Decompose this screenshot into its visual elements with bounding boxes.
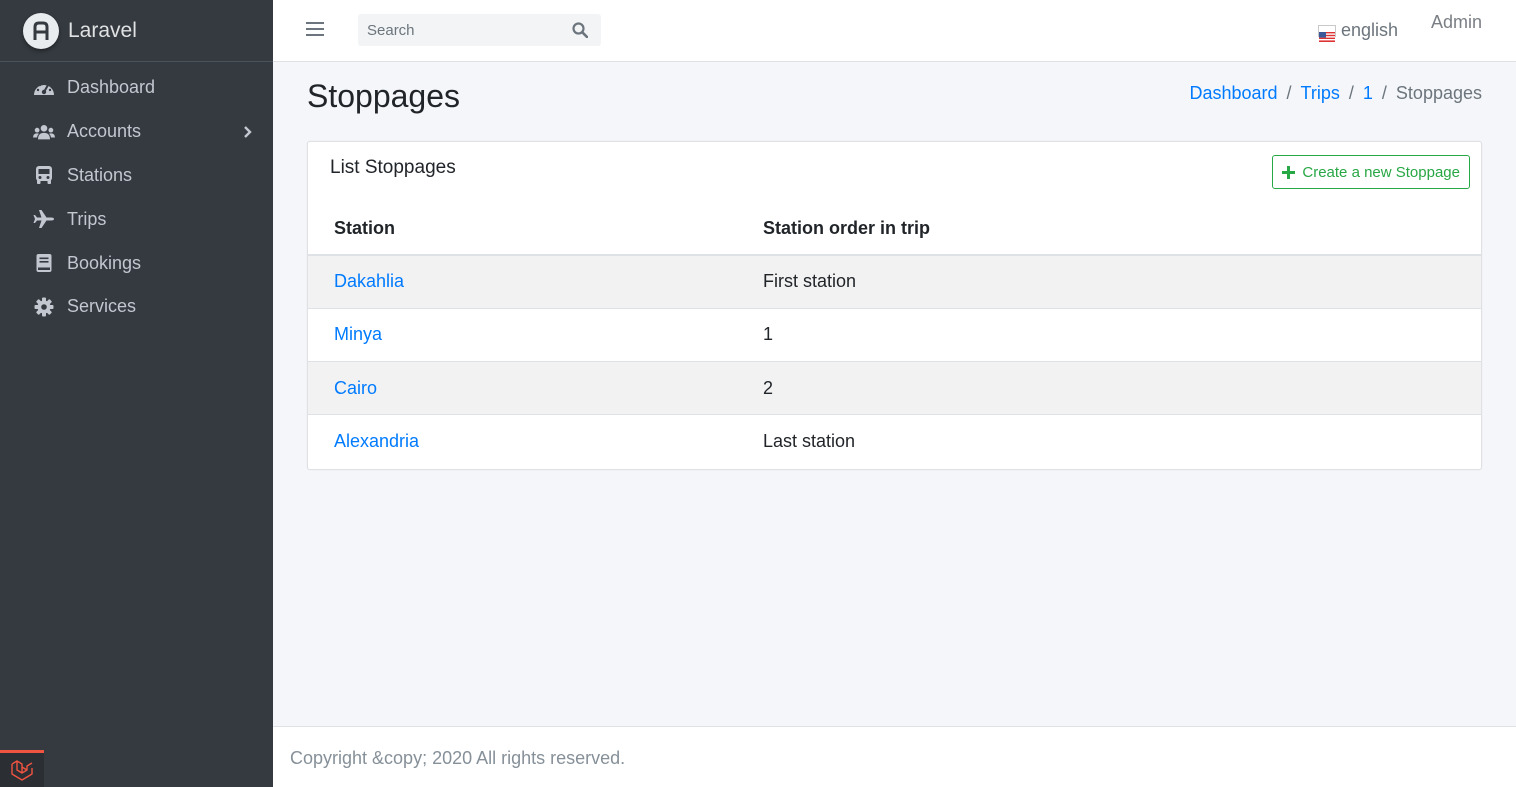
sidebar-item-label: Services [67,296,137,317]
breadcrumb-current: Stoppages [1395,83,1482,103]
sidebar-item-label: Accounts [67,121,142,142]
order-cell: 1 [737,307,1481,362]
users-icon [33,121,55,143]
laravel-logo-icon[interactable] [0,750,44,787]
breadcrumb-dashboard[interactable]: Dashboard [1189,83,1277,104]
sidebar: Laravel Dashboard Accounts Stations Trip… [0,0,273,787]
brand-name: Laravel [68,18,137,42]
order-cell: First station [737,254,1481,309]
menu-toggle-icon[interactable] [306,22,324,38]
sidebar-item-accounts[interactable]: Accounts [0,110,273,154]
order-cell: Last station [737,414,1481,469]
stoppages-card: List Stoppages Create a new Stoppage Sta… [307,141,1482,470]
station-link[interactable]: Dakahlia [334,271,404,291]
table-row: Alexandria Last station [308,414,1481,469]
station-link[interactable]: Minya [334,324,382,344]
create-stoppage-button[interactable]: Create a new Stoppage [1272,155,1470,189]
brand-logo-icon [23,12,59,49]
station-cell: Dakahlia [308,254,737,309]
bus-icon [33,164,55,186]
column-header-order: Station order in trip [737,202,1481,256]
table-row: Minya 1 [308,307,1481,362]
breadcrumb-separator: / [1286,83,1292,103]
footer: Copyright &copy; 2020 All rights reserve… [273,726,1516,787]
sidebar-item-label: Stations [67,164,133,185]
sidebar-nav: Dashboard Accounts Stations Trips Bookin… [0,62,273,329]
card-title: List Stoppages [330,157,456,178]
breadcrumb-trip-id[interactable]: 1 [1363,83,1373,104]
sidebar-item-stations[interactable]: Stations [0,154,273,198]
user-menu[interactable]: Admin [1431,12,1482,33]
breadcrumb-separator: / [1381,83,1387,103]
sidebar-item-trips[interactable]: Trips [0,197,273,241]
copyright-text: Copyright &copy; 2020 All rights reserve… [290,748,626,768]
sidebar-item-services[interactable]: Services [0,285,273,329]
sidebar-item-bookings[interactable]: Bookings [0,241,273,285]
book-icon [33,252,55,274]
stoppages-table: Station Station order in trip Dakahlia F… [308,202,1481,469]
breadcrumb-separator: / [1348,83,1354,103]
brand-link[interactable]: Laravel [0,0,273,62]
station-link[interactable]: Cairo [334,378,377,398]
gear-icon [33,296,55,318]
table-header-row: Station Station order in trip [308,202,1481,256]
create-stoppage-label: Create a new Stoppage [1302,163,1460,181]
plane-icon [33,208,55,230]
page-title: Stoppages [307,78,461,114]
sidebar-item-dashboard[interactable]: Dashboard [0,66,273,110]
station-cell: Alexandria [308,414,737,469]
station-cell: Minya [308,307,737,362]
tachometer-icon [33,77,55,99]
sidebar-item-label: Bookings [67,252,142,273]
language-dropdown[interactable]: english [1318,20,1399,42]
breadcrumb: Dashboard / Trips / 1 / Stoppages [1189,83,1482,104]
breadcrumb-trips[interactable]: Trips [1301,83,1340,104]
column-header-station: Station [308,202,737,256]
sidebar-item-label: Dashboard [67,77,156,98]
table-row: Dakahlia First station [308,254,1481,309]
station-cell: Cairo [308,361,737,415]
order-cell: 2 [737,361,1481,415]
table-row: Cairo 2 [308,361,1481,415]
search-icon[interactable] [563,14,597,46]
plus-icon [1282,165,1296,179]
search-form [358,14,601,46]
language-label: english [1341,20,1399,40]
search-input[interactable] [358,21,563,39]
station-link[interactable]: Alexandria [334,431,419,451]
sidebar-item-label: Trips [67,208,107,229]
chevron-right-icon [243,125,255,138]
us-flag-icon [1318,24,1336,42]
top-navbar: english Admin [273,0,1516,62]
